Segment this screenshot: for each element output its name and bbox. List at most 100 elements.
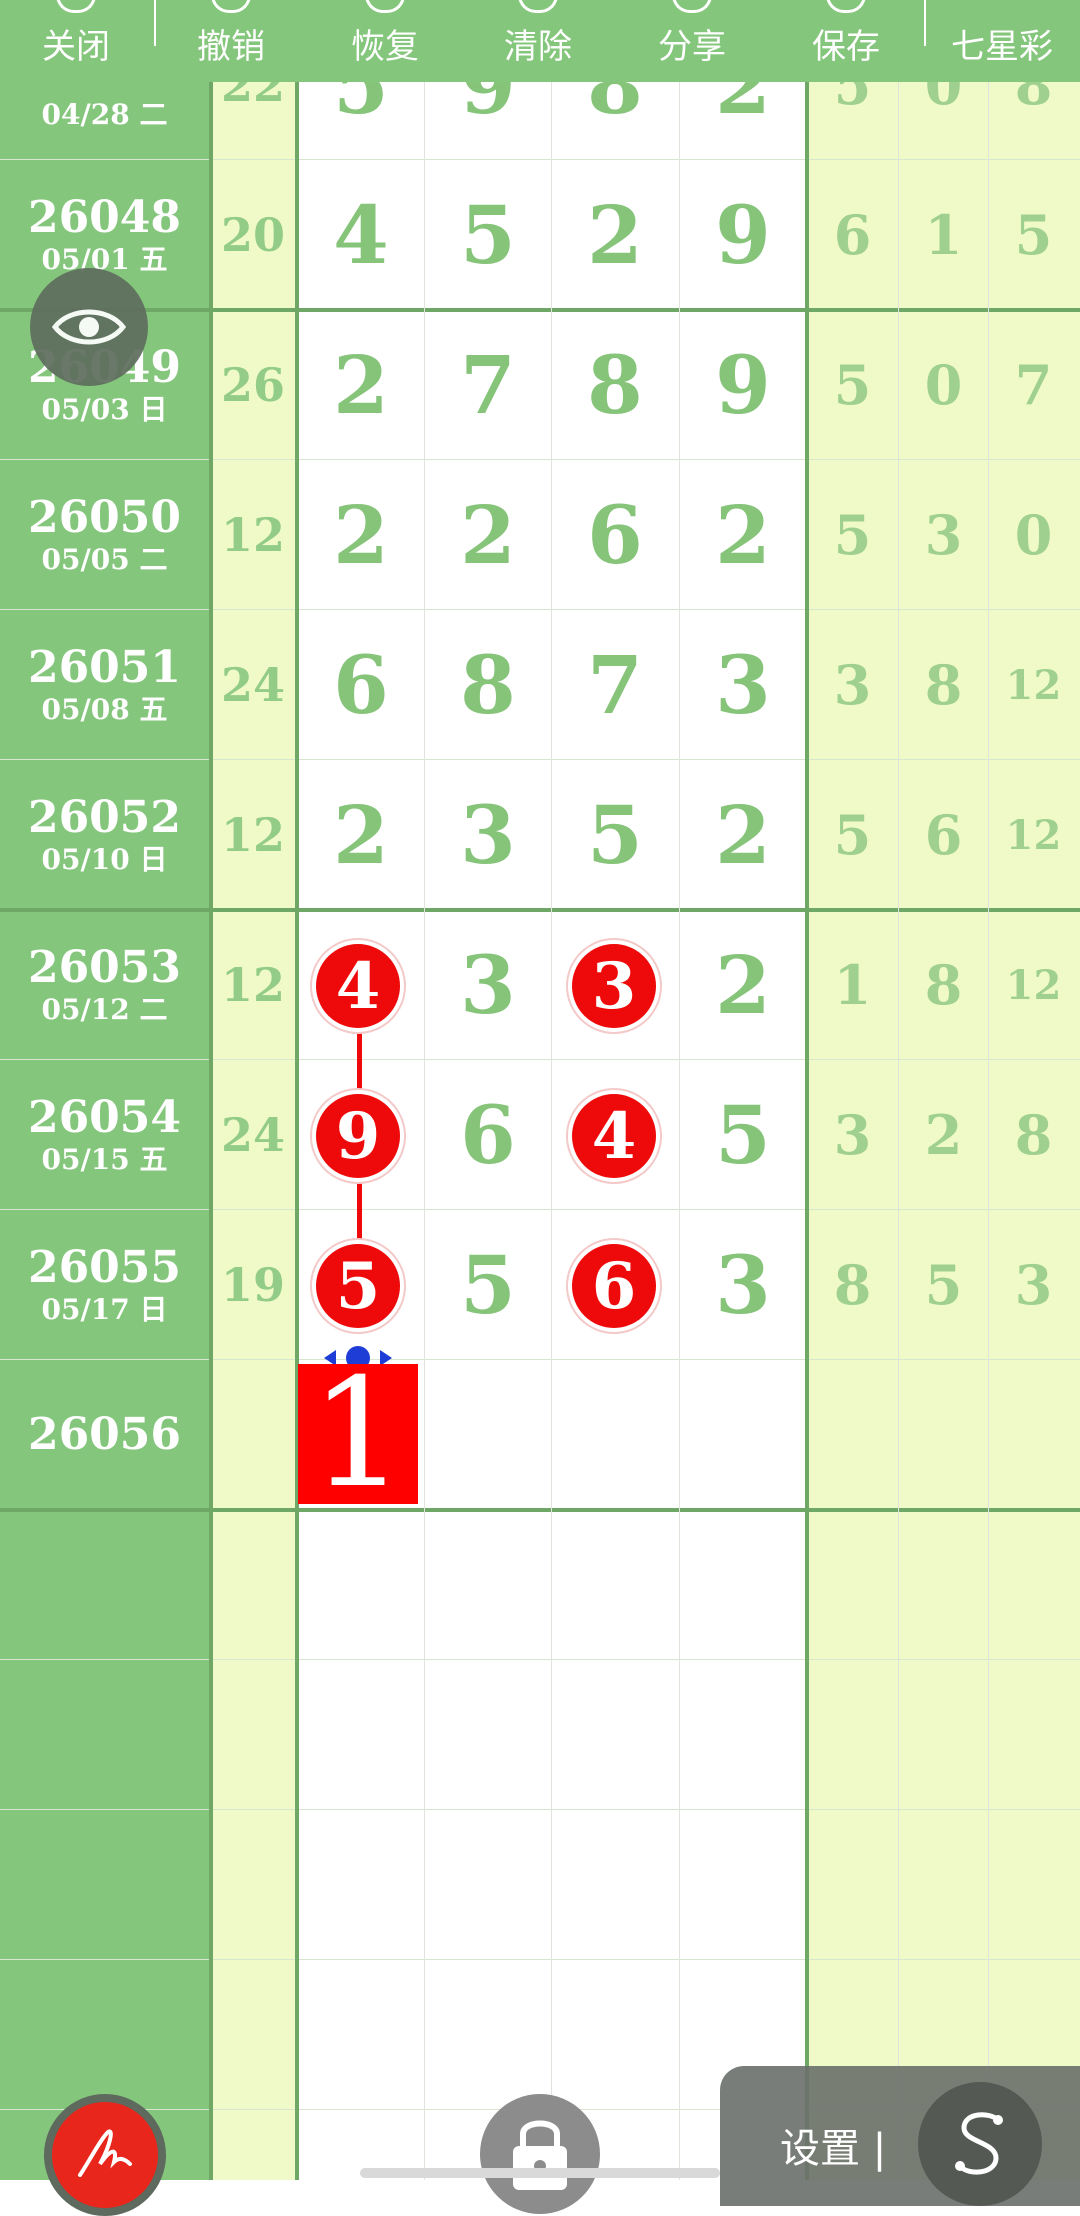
stat-cell: 1 bbox=[833, 953, 872, 1017]
issue-cell: 26054 05/15 五 bbox=[0, 1060, 209, 1210]
clear-icon bbox=[518, 0, 558, 13]
toolbar-separator bbox=[924, 0, 926, 46]
sum-cell: 19 bbox=[220, 1258, 285, 1312]
eye-icon bbox=[52, 309, 126, 345]
highlight-ball[interactable]: 6 bbox=[568, 1240, 660, 1332]
digit-cell[interactable]: 4 bbox=[297, 160, 425, 310]
row-divider bbox=[0, 1809, 1080, 1810]
digit-cell[interactable]: 2 bbox=[551, 160, 679, 310]
issue-date: 04/28 二 bbox=[41, 98, 168, 131]
digit-cell[interactable]: 5 bbox=[551, 760, 679, 910]
digit-cell[interactable] bbox=[679, 1360, 807, 1510]
digit-cell[interactable]: 3 bbox=[679, 610, 807, 760]
sum-cell: 12 bbox=[220, 808, 285, 862]
top-toolbar: 关闭 撤销 恢复 清除 分享 保存 七星彩 bbox=[0, 0, 1080, 82]
digit-cell[interactable]: 7 bbox=[551, 610, 679, 760]
clear-button[interactable]: 清除 bbox=[504, 19, 572, 68]
highlight-ball[interactable]: 9 bbox=[312, 1090, 404, 1182]
sum-cell: 24 bbox=[220, 658, 285, 712]
row-divider bbox=[0, 1959, 1080, 1960]
issue-date: 05/12 二 bbox=[41, 993, 168, 1026]
stat-cell: 8 bbox=[1014, 1103, 1053, 1167]
highlight-ball[interactable]: 5 bbox=[312, 1240, 404, 1332]
digit-cell[interactable]: 2 bbox=[679, 460, 807, 610]
issue-date: 05/03 日 bbox=[41, 393, 168, 426]
sum-cell: 12 bbox=[220, 958, 285, 1012]
redo-icon bbox=[365, 0, 405, 13]
digit-cell[interactable]: 8 bbox=[551, 310, 679, 460]
highlight-ball[interactable]: 4 bbox=[568, 1090, 660, 1182]
sum-cell: 24 bbox=[220, 1108, 285, 1162]
digit-cell[interactable]: 6 bbox=[297, 610, 425, 760]
digit-cell[interactable]: 6 bbox=[551, 460, 679, 610]
highlight-ball[interactable]: 3 bbox=[568, 940, 660, 1032]
lock-icon bbox=[513, 2120, 567, 2190]
stat-cell: 3 bbox=[833, 1103, 872, 1167]
digit-cell[interactable]: 3 bbox=[679, 1210, 807, 1360]
issue-cell: 26055 05/17 日 bbox=[0, 1210, 209, 1360]
stat-cell bbox=[898, 1360, 989, 1510]
share-button[interactable]: 分享 bbox=[658, 19, 726, 68]
digit-cell[interactable]: 2 bbox=[679, 760, 807, 910]
issue-number: 26050 bbox=[27, 492, 182, 543]
stat-cell bbox=[807, 1360, 898, 1510]
digit-cell[interactable]: 5 bbox=[424, 160, 552, 310]
issue-number: 26052 bbox=[27, 792, 182, 843]
issue-number: 26048 bbox=[27, 192, 182, 243]
issue-number: 26053 bbox=[27, 942, 182, 993]
sum-cell: 12 bbox=[220, 508, 285, 562]
issue-cell: 26050 05/05 二 bbox=[0, 460, 209, 610]
lottery-type-button[interactable]: 七星彩 bbox=[951, 19, 1053, 68]
save-button[interactable]: 保存 bbox=[812, 19, 880, 68]
issue-cell: 26056 bbox=[0, 1360, 209, 1510]
settings-button[interactable]: 设置 | bbox=[780, 2116, 886, 2174]
digit-cell[interactable]: 5 bbox=[679, 1060, 807, 1210]
stat-cell: 5 bbox=[1014, 203, 1053, 267]
stat-cell: 7 bbox=[1014, 353, 1053, 417]
digit-cell[interactable]: 3 bbox=[424, 910, 552, 1060]
lock-button[interactable] bbox=[480, 2094, 600, 2214]
digit-cell[interactable]: 6 bbox=[424, 1060, 552, 1210]
stat-cell: 3 bbox=[924, 503, 963, 567]
redo-button[interactable]: 恢复 bbox=[351, 19, 419, 68]
stat-cell bbox=[988, 1360, 1079, 1510]
stat-cell: 8 bbox=[924, 653, 963, 717]
toggle-visibility-button[interactable] bbox=[30, 268, 148, 386]
stat-cell: 6 bbox=[833, 203, 872, 267]
issue-number: 26055 bbox=[27, 1242, 182, 1293]
digit-cell[interactable] bbox=[551, 1360, 679, 1510]
digit-cell[interactable]: 2 bbox=[297, 310, 425, 460]
sum-cell bbox=[209, 1360, 297, 1510]
issue-number: 26056 bbox=[27, 1409, 182, 1460]
stat-cell: 6 bbox=[924, 803, 963, 867]
highlight-ball[interactable]: 4 bbox=[312, 940, 404, 1032]
digit-cell[interactable]: 2 bbox=[679, 910, 807, 1060]
stat-cell: 5 bbox=[924, 1253, 963, 1317]
issue-date: 05/08 五 bbox=[41, 693, 168, 726]
s-menu-button[interactable] bbox=[918, 2082, 1042, 2206]
issue-date: 05/15 五 bbox=[41, 1143, 168, 1176]
issue-cell: 26053 05/12 二 bbox=[0, 910, 209, 1060]
digit-cell[interactable]: 8 bbox=[424, 610, 552, 760]
close-button[interactable]: 关闭 bbox=[42, 19, 110, 68]
stat-cell: 12 bbox=[1005, 661, 1062, 709]
digit-cell[interactable]: 2 bbox=[297, 460, 425, 610]
stat-cell: 2 bbox=[924, 1103, 963, 1167]
issue-date: 05/17 日 bbox=[41, 1293, 168, 1326]
digit-cell[interactable]: 2 bbox=[424, 460, 552, 610]
digit-cell[interactable]: 2 bbox=[297, 760, 425, 910]
stat-cell: 12 bbox=[1005, 961, 1062, 1009]
stat-cell: 5 bbox=[833, 353, 872, 417]
undo-button[interactable]: 撤销 bbox=[197, 19, 265, 68]
digit-cell[interactable]: 7 bbox=[424, 310, 552, 460]
stat-cell: 8 bbox=[924, 953, 963, 1017]
digit-cell[interactable]: 9 bbox=[679, 160, 807, 310]
digit-cell[interactable]: 9 bbox=[679, 310, 807, 460]
home-indicator[interactable] bbox=[360, 2168, 720, 2178]
stat-cell: 1 bbox=[924, 203, 963, 267]
digit-cell[interactable] bbox=[424, 1360, 552, 1510]
pen-button[interactable] bbox=[44, 2094, 166, 2216]
digit-cell[interactable]: 3 bbox=[424, 760, 552, 910]
digit-cell[interactable]: 5 bbox=[424, 1210, 552, 1360]
selected-pick-box[interactable]: 1 bbox=[298, 1359, 418, 1509]
